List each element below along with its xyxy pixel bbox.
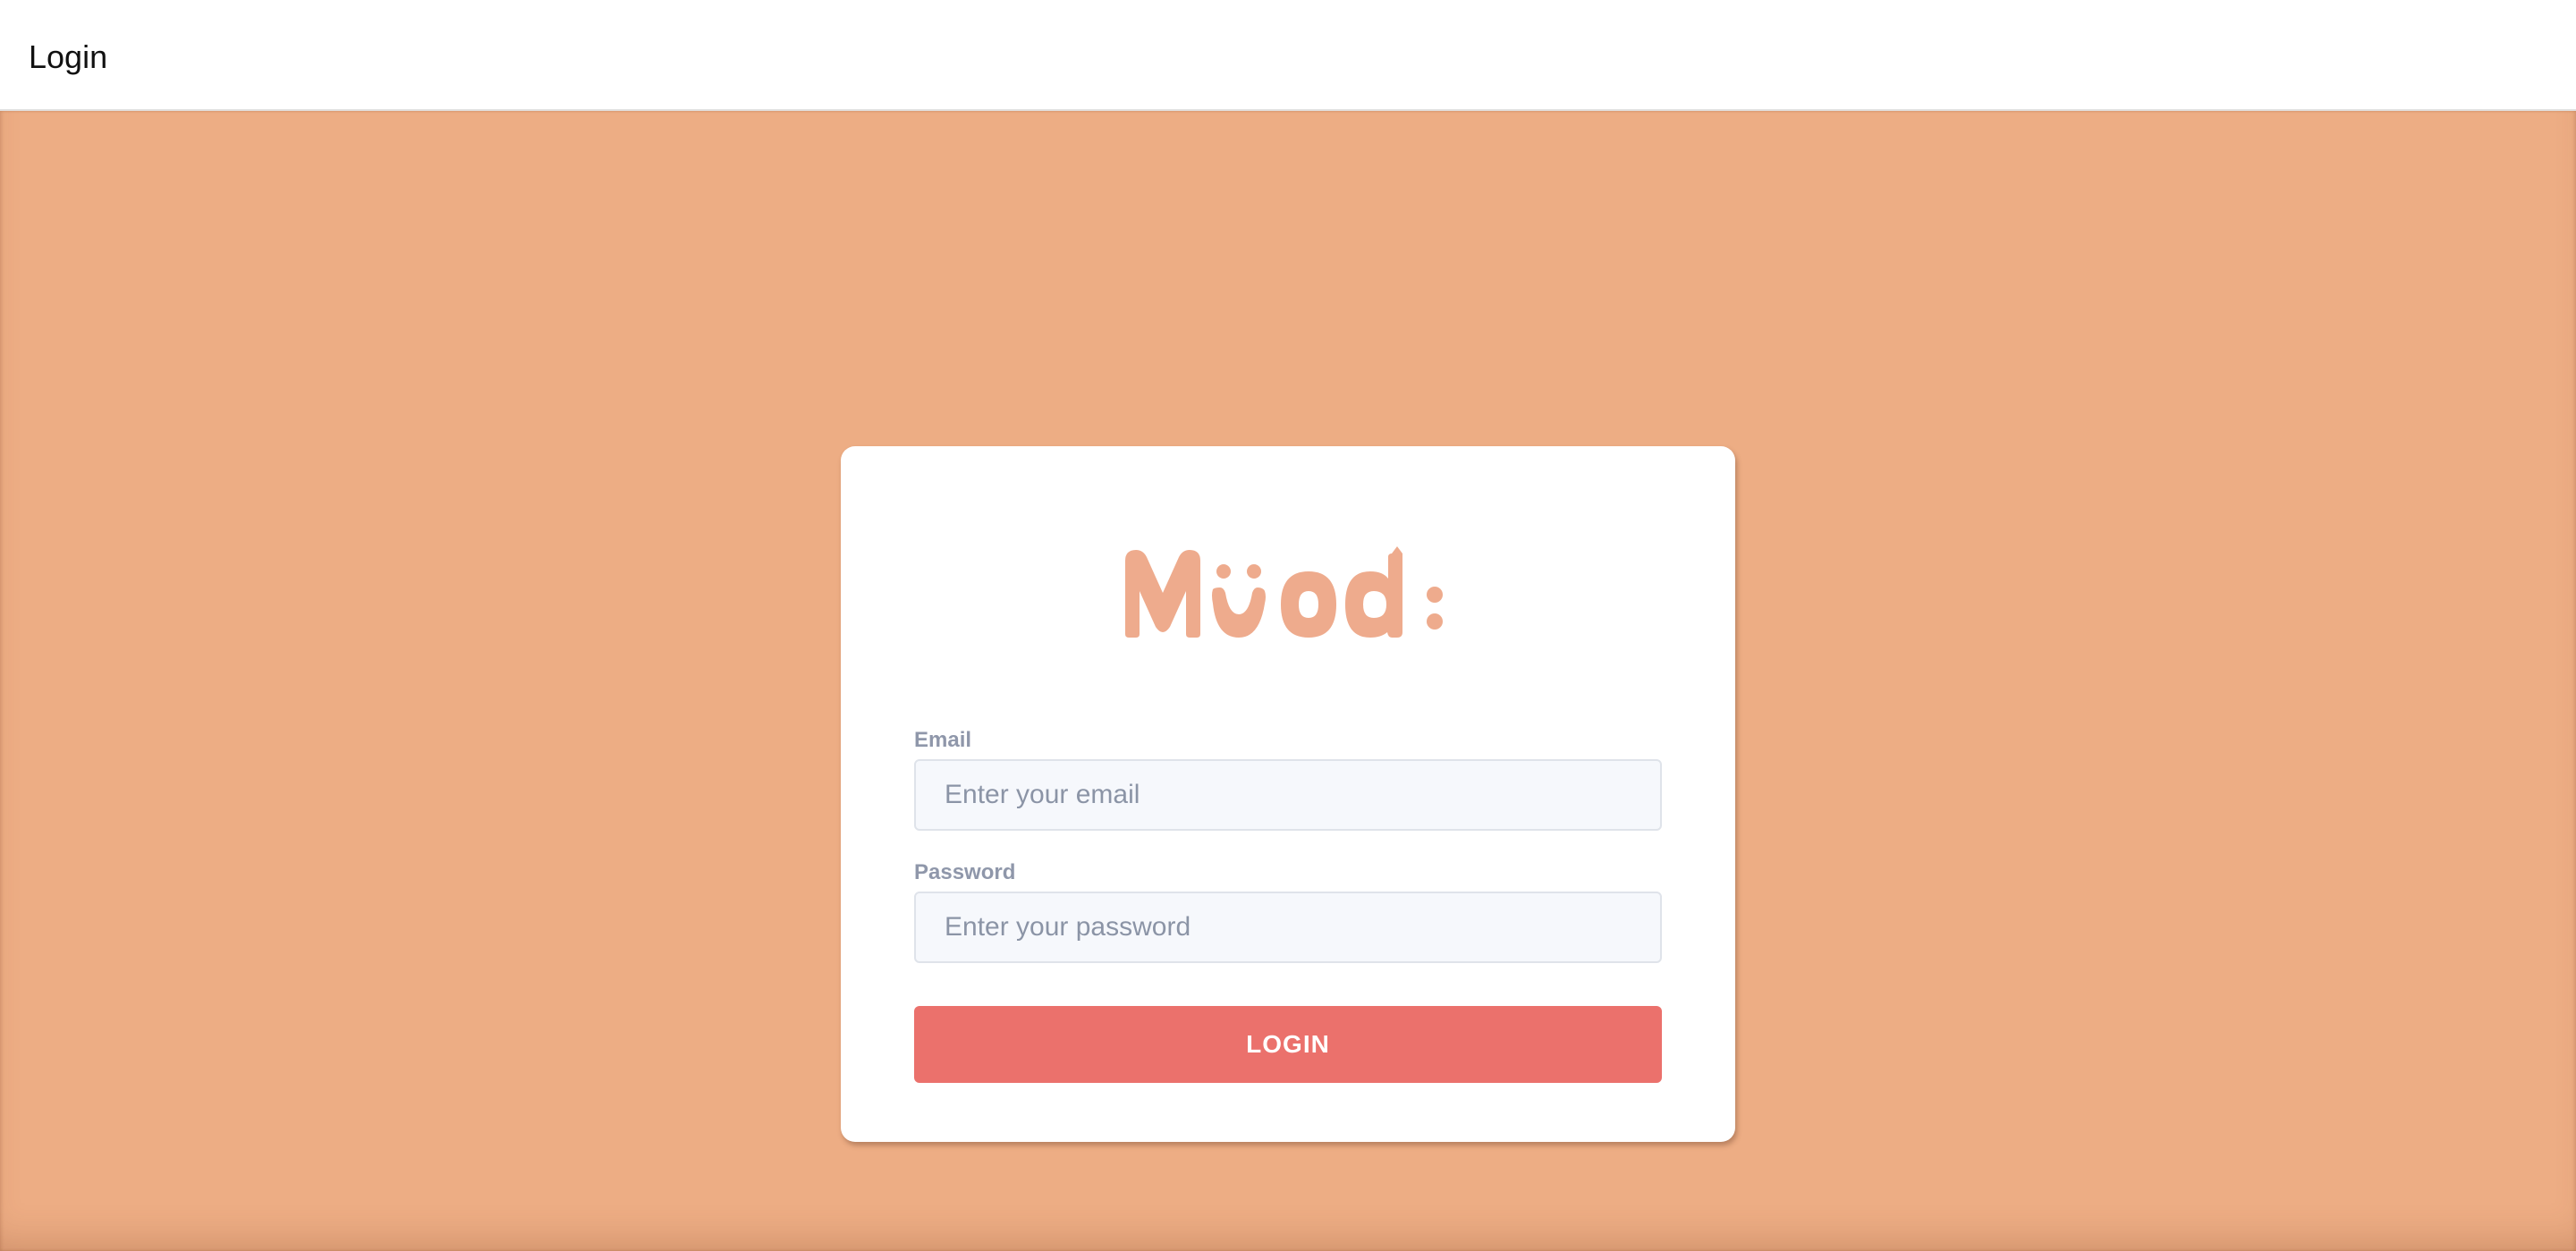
page-title: Login [29,38,108,75]
mood-logo [1125,546,1443,638]
page-background: Email Password LOGIN [0,111,2576,1251]
password-label: Password [914,860,1016,884]
login-button[interactable]: LOGIN [914,1006,1662,1083]
password-input[interactable] [914,892,1662,963]
email-input[interactable] [914,759,1662,831]
top-bar: Login [0,0,2576,111]
email-label: Email [914,728,972,752]
login-card: Email Password LOGIN [841,446,1735,1142]
